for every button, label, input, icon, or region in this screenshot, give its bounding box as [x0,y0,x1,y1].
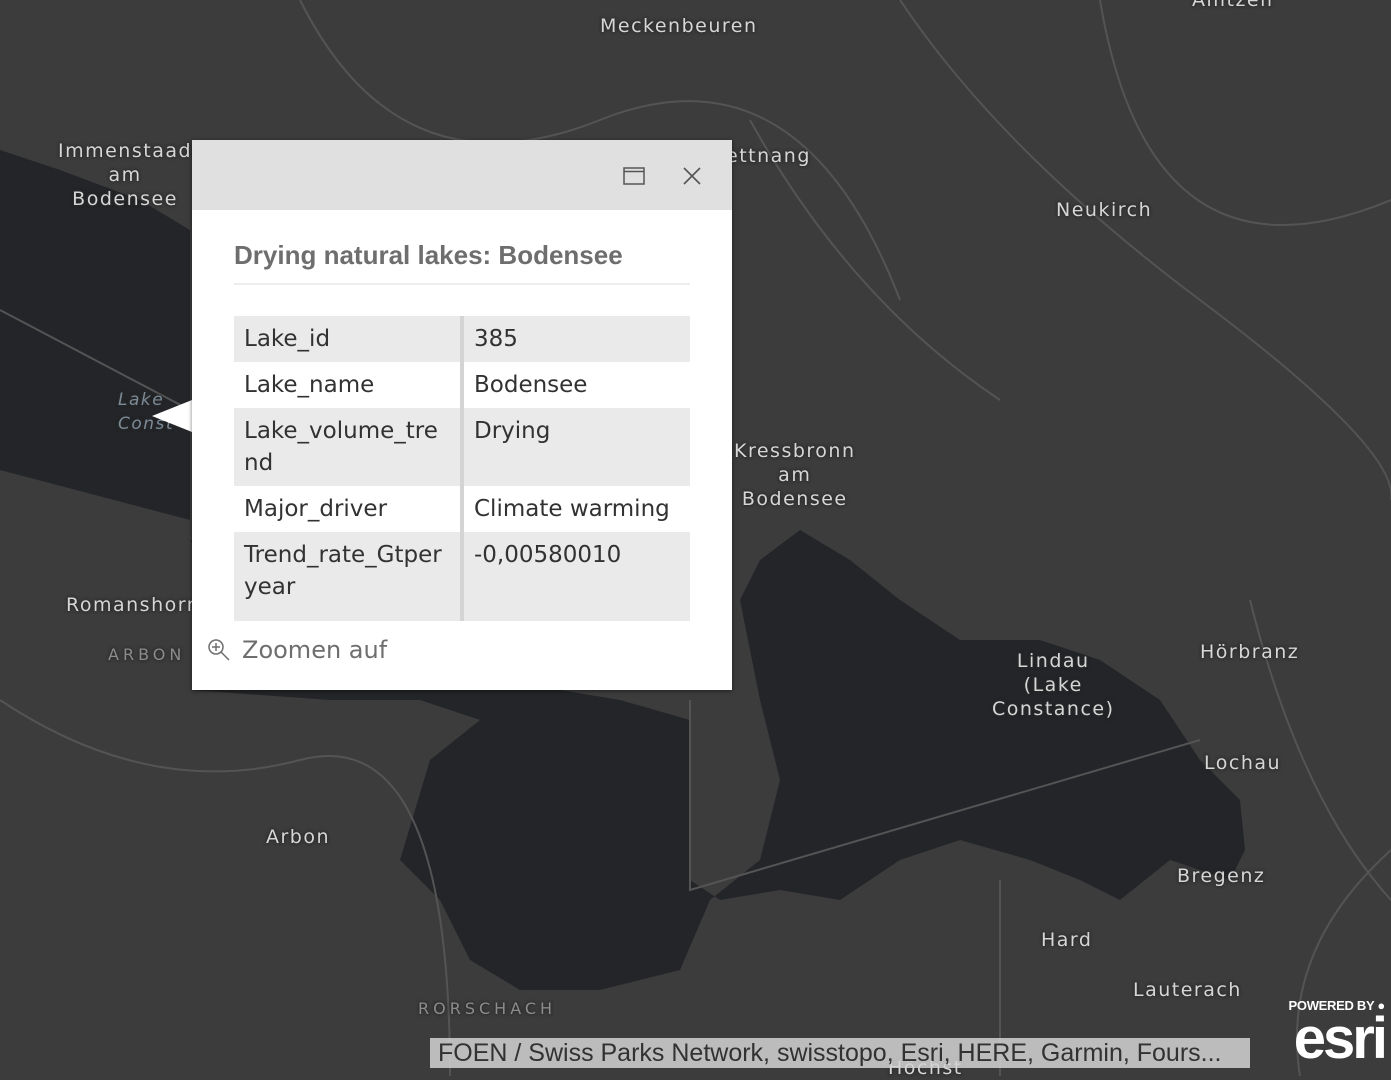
popup-header [192,140,732,210]
table-row: Trend_rate_Gtperyear -0,00580010 [234,532,690,621]
table-row: Lake_volume_trend Drying [234,408,690,486]
zoom-in-icon [208,639,230,661]
close-icon[interactable] [680,164,704,188]
dock-window-icon[interactable] [622,164,646,188]
field-name: Major_driver [234,486,464,532]
zoom-to-label: Zoomen auf [242,636,388,664]
field-name: Lake_id [234,316,464,362]
field-value: 385 [462,316,690,362]
feature-popup: Drying natural lakes: Bodensee Lake_id 38… [192,140,732,690]
field-value: Bodensee [474,372,588,398]
zoom-to-button[interactable]: Zoomen auf [206,636,387,664]
field-name: Trend_rate_Gtperyear [234,532,464,621]
map-label: Meckenbeuren [600,15,758,37]
field-name: Lake_volume_trend [234,408,464,486]
map-label: RORSCHACH [418,999,557,1018]
map-attribution[interactable]: FOEN / Swiss Parks Network, swisstopo, E… [430,1038,1250,1068]
field-name: Lake_name [234,362,464,408]
map-label: ARBON [108,645,186,664]
table-row: Lake_name Bodensee [234,362,690,408]
field-value: Climate warming [474,496,670,522]
table-row: Lake_id 385 [234,316,690,362]
map-label: Neukirch [1056,199,1153,221]
popup-pointer [152,400,192,432]
esri-logo[interactable]: POWERED BY ● esri [1265,998,1388,1071]
map-label: Lochau [1204,752,1282,774]
map-label: Lauterach [1133,979,1242,1001]
map-label: Arbon [266,826,331,848]
map-label: Kressbronn am Bodensee [734,440,856,510]
map-label: Hörbranz [1200,641,1300,663]
esri-wordmark: esri [1293,1006,1388,1071]
map-label: Lindau (Lake Constance) [992,650,1115,720]
attribute-table: Lake_id 385 Lake_name Bodensee Lake_volume… [234,316,690,621]
table-row: Major_driver Climate warming [234,486,690,532]
map-label: Immenstaad am Bodensee [58,140,193,210]
map-label: ettnang [726,145,811,167]
popup-title: Drying natural lakes: Bodensee [234,240,690,285]
map-label: Amtzell [1192,0,1274,11]
map-label: Hard [1041,929,1093,951]
map-label: Romanshorn [66,594,201,616]
map-label: Bregenz [1177,865,1266,887]
field-value: -0,00580010 [462,532,690,621]
field-value: Drying [462,408,690,486]
